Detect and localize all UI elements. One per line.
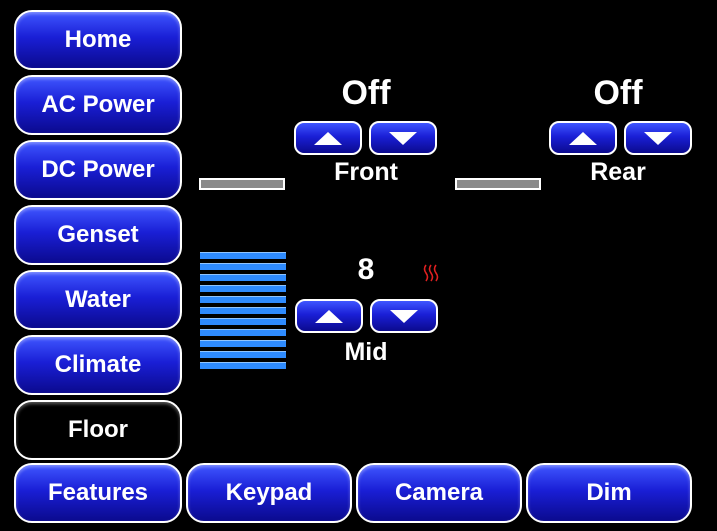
front-down-button[interactable] bbox=[369, 121, 437, 155]
nav-climate-label: Climate bbox=[54, 351, 142, 378]
rear-label: Rear bbox=[590, 158, 646, 186]
nav-ac-power-button[interactable]: AC Power bbox=[14, 75, 182, 135]
nav-features-button[interactable]: Features bbox=[14, 463, 182, 523]
keypad-label: Keypad bbox=[225, 479, 313, 506]
front-level-indicator bbox=[199, 178, 285, 190]
front-up-button[interactable] bbox=[294, 121, 362, 155]
mid-label: Mid bbox=[344, 338, 388, 366]
nav-home-label: Home bbox=[64, 26, 132, 53]
heat-waves-icon bbox=[423, 264, 439, 282]
up-arrow-icon bbox=[315, 309, 343, 323]
down-arrow-icon bbox=[644, 131, 672, 145]
rear-down-button[interactable] bbox=[624, 121, 692, 155]
mid-level-value: 8 bbox=[357, 253, 375, 286]
down-arrow-icon bbox=[389, 131, 417, 145]
dim-label: Dim bbox=[586, 479, 632, 506]
nav-home-button[interactable]: Home bbox=[14, 10, 182, 70]
mid-up-button[interactable] bbox=[295, 299, 363, 333]
front-status: Off bbox=[341, 74, 391, 112]
rear-up-button[interactable] bbox=[549, 121, 617, 155]
nav-genset-label: Genset bbox=[57, 221, 139, 248]
nav-climate-button[interactable]: Climate bbox=[14, 335, 182, 395]
mid-down-button[interactable] bbox=[370, 299, 438, 333]
rear-level-indicator bbox=[455, 178, 541, 190]
nav-water-button[interactable]: Water bbox=[14, 270, 182, 330]
nav-dc-power-label: DC Power bbox=[41, 156, 155, 183]
dim-button[interactable]: Dim bbox=[526, 463, 692, 523]
nav-features-label: Features bbox=[47, 479, 149, 506]
nav-floor-label: Floor bbox=[68, 416, 128, 443]
nav-genset-button[interactable]: Genset bbox=[14, 205, 182, 265]
up-arrow-icon bbox=[314, 131, 342, 145]
nav-water-label: Water bbox=[65, 286, 131, 313]
up-arrow-icon bbox=[569, 131, 597, 145]
nav-dc-power-button[interactable]: DC Power bbox=[14, 140, 182, 200]
down-arrow-icon bbox=[390, 309, 418, 323]
rear-status: Off bbox=[593, 74, 643, 112]
camera-button[interactable]: Camera bbox=[356, 463, 522, 523]
front-label: Front bbox=[334, 158, 398, 186]
nav-ac-power-label: AC Power bbox=[41, 91, 155, 118]
keypad-button[interactable]: Keypad bbox=[186, 463, 352, 523]
nav-floor-button[interactable]: Floor bbox=[14, 400, 182, 460]
camera-label: Camera bbox=[394, 479, 484, 506]
mid-level-indicator bbox=[200, 252, 286, 373]
